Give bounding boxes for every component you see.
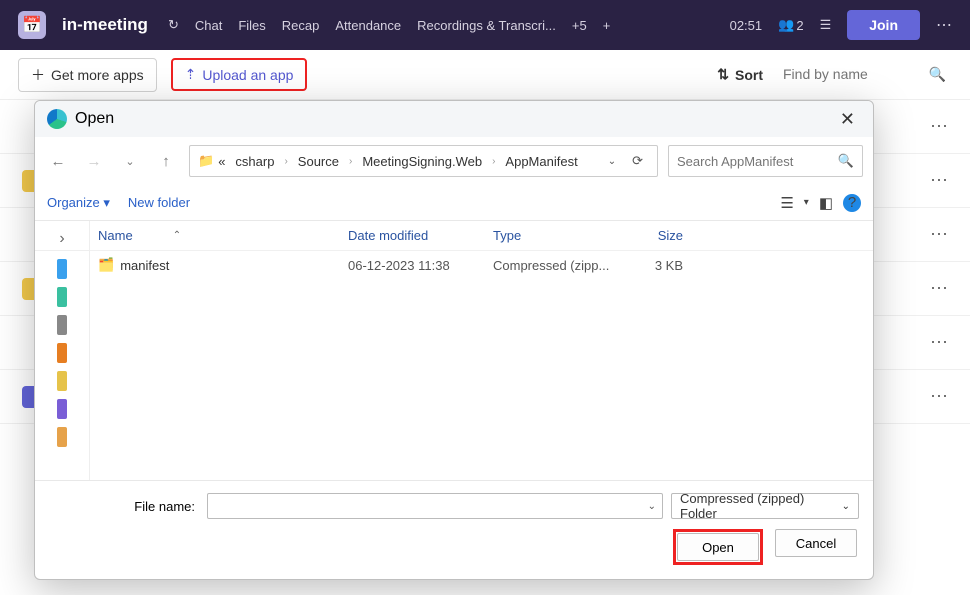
- file-name: manifest: [120, 258, 169, 273]
- view-dropdown-icon[interactable]: ▾: [804, 197, 809, 208]
- participants-count[interactable]: 👥 2: [778, 17, 803, 33]
- upload-icon: ⇡: [185, 66, 197, 83]
- dialog-title: Open: [75, 110, 114, 128]
- file-type: Compressed (zipp...: [493, 258, 613, 273]
- nav-up-button[interactable]: ↑: [153, 153, 179, 170]
- tab-recordings[interactable]: Recordings & Transcri...: [417, 18, 556, 33]
- folder-icon: 📁: [198, 153, 214, 169]
- sort-indicator-icon: ⌃: [173, 230, 181, 241]
- calendar-icon: 📅: [18, 11, 46, 39]
- dialog-toolbar: Organize ▾ New folder ☰ ▾ ◧ ?: [35, 185, 873, 221]
- get-more-apps-button[interactable]: ＋ Get more apps: [18, 58, 157, 92]
- edge-icon: [47, 109, 67, 129]
- sidebar-place-5[interactable]: [57, 371, 67, 391]
- col-type-label[interactable]: Type: [493, 228, 613, 243]
- search-icon: 🔍: [929, 66, 946, 83]
- sort-button[interactable]: ⇅ Sort: [717, 66, 763, 83]
- meeting-header: 📅 in-meeting ↻ Chat Files Recap Attendan…: [0, 0, 970, 50]
- path-dropdown-icon[interactable]: ⌄: [602, 156, 622, 167]
- file-size: 3 KB: [613, 258, 683, 273]
- sidebar-expand-button[interactable]: ›: [35, 227, 89, 251]
- breadcrumb-prefix: «: [218, 154, 225, 169]
- sort-icon: ⇅: [717, 66, 729, 83]
- col-date-label[interactable]: Date modified: [348, 228, 493, 243]
- search-icon: 🔍: [838, 153, 854, 169]
- dialog-titlebar: Open ✕: [35, 101, 873, 137]
- nav-recent-button[interactable]: ⌄: [117, 155, 143, 168]
- sync-icon[interactable]: ↻: [168, 17, 179, 33]
- tab-attendance[interactable]: Attendance: [335, 18, 401, 33]
- file-name-input-wrap[interactable]: ⌄: [207, 493, 663, 519]
- file-date: 06-12-2023 11:38: [348, 258, 493, 273]
- meeting-title: in-meeting: [62, 15, 148, 35]
- find-by-name-search[interactable]: 🔍: [777, 62, 952, 88]
- sidebar-place-1[interactable]: [57, 259, 67, 279]
- crumb-csharp[interactable]: csharp: [229, 152, 280, 171]
- people-icon: 👥: [778, 17, 794, 33]
- row-more-icon[interactable]: ⋯: [930, 116, 948, 137]
- breadcrumb-path[interactable]: 📁 « csharp› Source› MeetingSigning.Web› …: [189, 145, 658, 177]
- sidebar-place-3[interactable]: [57, 315, 67, 335]
- organize-menu[interactable]: Organize ▾: [47, 195, 110, 211]
- tab-recap[interactable]: Recap: [282, 18, 320, 33]
- row-more-icon[interactable]: ⋯: [930, 386, 948, 407]
- dialog-search[interactable]: 🔍: [668, 145, 863, 177]
- new-folder-button[interactable]: New folder: [128, 195, 190, 210]
- col-name-label[interactable]: Name: [98, 228, 133, 243]
- join-button[interactable]: Join: [847, 10, 920, 40]
- meeting-timer: 02:51: [730, 18, 763, 33]
- view-list-icon[interactable]: ☰: [780, 194, 793, 212]
- cancel-button[interactable]: Cancel: [775, 529, 857, 557]
- file-open-dialog: Open ✕ ← → ⌄ ↑ 📁 « csharp› Source› Meeti…: [34, 100, 874, 580]
- dialog-sidebar: ›: [35, 221, 90, 480]
- app-action-bar: ＋ Get more apps ⇡ Upload an app ⇅ Sort 🔍: [0, 50, 970, 100]
- file-name-label: File name:: [49, 499, 199, 514]
- crumb-meetingsigning[interactable]: MeetingSigning.Web: [356, 152, 488, 171]
- refresh-button[interactable]: ⟳: [626, 153, 649, 169]
- find-input[interactable]: [783, 66, 929, 82]
- sidebar-place-6[interactable]: [57, 399, 67, 419]
- file-type-select[interactable]: Compressed (zipped) Folder ⌄: [671, 493, 859, 519]
- crumb-source[interactable]: Source: [292, 152, 345, 171]
- dialog-footer: File name: ⌄ Compressed (zipped) Folder …: [35, 480, 873, 579]
- header-more-icon[interactable]: ⋯: [936, 15, 952, 35]
- nav-back-button[interactable]: ←: [45, 153, 71, 170]
- col-size-label[interactable]: Size: [613, 228, 683, 243]
- more-tabs[interactable]: +5: [572, 18, 587, 33]
- dialog-nav: ← → ⌄ ↑ 📁 « csharp› Source› MeetingSigni…: [35, 137, 873, 185]
- column-headers[interactable]: Name ⌃ Date modified Type Size: [90, 221, 873, 251]
- preview-pane-icon[interactable]: ◧: [819, 194, 833, 212]
- tab-files[interactable]: Files: [238, 18, 265, 33]
- row-more-icon[interactable]: ⋯: [930, 332, 948, 353]
- sidebar-place-2[interactable]: [57, 287, 67, 307]
- filename-dropdown-icon[interactable]: ⌄: [648, 501, 656, 512]
- list-icon[interactable]: ☰: [820, 17, 832, 33]
- dialog-search-input[interactable]: [677, 154, 838, 169]
- sidebar-place-4[interactable]: [57, 343, 67, 363]
- file-list: Name ⌃ Date modified Type Size 🗂️ manifest…: [90, 221, 873, 480]
- upload-app-button[interactable]: ⇡ Upload an app: [171, 58, 308, 91]
- plus-icon: ＋: [31, 65, 45, 85]
- row-more-icon[interactable]: ⋯: [930, 278, 948, 299]
- sidebar-place-7[interactable]: [57, 427, 67, 447]
- add-tab-button[interactable]: +: [603, 18, 611, 33]
- close-button[interactable]: ✕: [834, 107, 861, 132]
- file-row[interactable]: 🗂️ manifest 06-12-2023 11:38 Compressed (…: [90, 251, 873, 279]
- chevron-down-icon: ⌄: [842, 501, 850, 512]
- tab-chat[interactable]: Chat: [195, 18, 222, 33]
- row-more-icon[interactable]: ⋯: [930, 170, 948, 191]
- nav-forward-button[interactable]: →: [81, 153, 107, 170]
- zip-icon: 🗂️: [98, 257, 114, 273]
- help-icon[interactable]: ?: [843, 194, 861, 212]
- open-button[interactable]: Open: [677, 533, 759, 561]
- crumb-appmanifest[interactable]: AppManifest: [499, 152, 583, 171]
- row-more-icon[interactable]: ⋯: [930, 224, 948, 245]
- file-name-input[interactable]: [214, 499, 648, 514]
